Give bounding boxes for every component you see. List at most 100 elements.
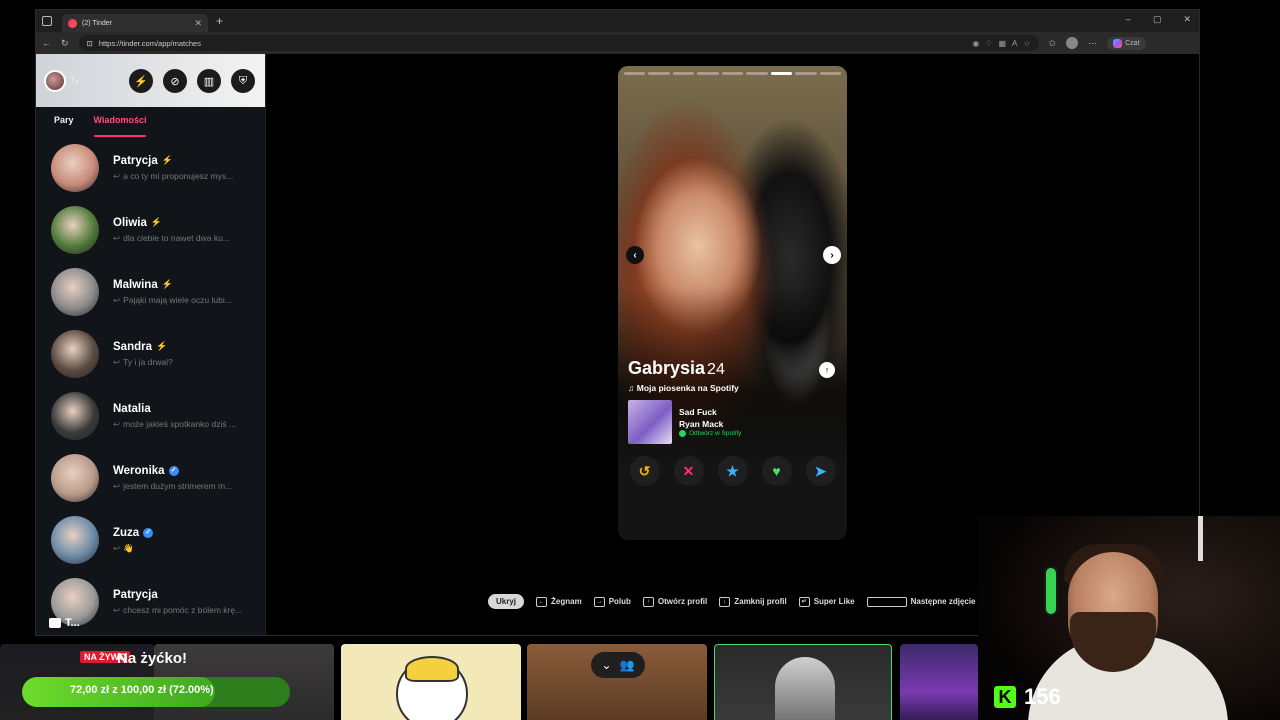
- conversation-name: Patrycja: [113, 154, 158, 167]
- more-menu-icon[interactable]: ⋯: [1088, 38, 1097, 49]
- conversation-preview: 👋: [123, 542, 134, 553]
- hide-shortcuts-button[interactable]: Ukryj: [488, 594, 525, 609]
- profile-avatar-icon[interactable]: [1066, 37, 1079, 49]
- open-profile-icon[interactable]: ↑: [819, 362, 835, 378]
- notification-icon[interactable]: ♢: [985, 39, 992, 48]
- site-info-icon[interactable]: ⊡: [87, 39, 93, 48]
- boost-icon[interactable]: ⚡: [129, 69, 153, 93]
- next-photo-icon[interactable]: ›: [823, 246, 841, 264]
- photo-progress-segment[interactable]: [672, 72, 695, 75]
- conversation-preview: a co ty mi proponujesz mys...: [123, 170, 234, 181]
- photo-progress-segment[interactable]: [746, 72, 768, 75]
- avatar[interactable]: [51, 144, 99, 192]
- briefcase-icon[interactable]: ▥: [197, 69, 221, 93]
- chat-pill[interactable]: T...: [49, 617, 80, 629]
- boost-badge-icon: ⚡: [161, 279, 173, 289]
- profile-card[interactable]: ‹ › Gabrysia 24 ↑ ♫ Moja piosenka na Spot…: [618, 66, 847, 540]
- nope-button[interactable]: ✕: [673, 456, 704, 486]
- conversation-item[interactable]: Oliwia ⚡ ↩ dla ciebie to nawet dwa ku...: [36, 199, 265, 261]
- avatar[interactable]: [51, 454, 99, 502]
- conversation-item[interactable]: Natalia ↩ może jakieś spotkanko dziś ...: [36, 385, 265, 447]
- avatar[interactable]: [51, 330, 99, 378]
- enter-key-icon: ↵: [798, 596, 810, 607]
- location-icon[interactable]: ◉: [972, 39, 979, 48]
- tab-messages[interactable]: Wiadomości: [93, 115, 147, 137]
- verified-badge-icon: ✓: [168, 465, 179, 476]
- photo-progress-segment[interactable]: [770, 72, 793, 75]
- apps-icon[interactable]: ▦: [998, 39, 1006, 48]
- chevron-down-icon: ⌄: [601, 658, 612, 672]
- rewind-button[interactable]: ↺: [629, 456, 660, 486]
- photo-progress-segment[interactable]: [697, 72, 719, 75]
- url-field[interactable]: ⊡ https://tinder.com/app/matches ◉ ♢ ▦ A…: [78, 35, 1039, 51]
- photo-progress-bars: [624, 72, 841, 75]
- spotify-link[interactable]: Odtwórz w Spotify: [679, 430, 741, 437]
- photo-progress-segment[interactable]: [624, 72, 646, 75]
- my-profile-label: Ty: [70, 76, 79, 85]
- shortcut-close-profile: ↓ Zamknij profil: [719, 596, 787, 607]
- group-users-icon: 👥: [619, 658, 635, 672]
- chat-bubble-icon: [49, 618, 61, 628]
- photo-progress-segment[interactable]: [795, 72, 817, 75]
- copilot-icon: [1113, 38, 1123, 48]
- music-note-icon: ♫: [628, 383, 637, 393]
- close-window-button[interactable]: ✕: [1183, 14, 1191, 25]
- conversation-preview: dla ciebie to nawet dwa ku...: [123, 232, 230, 243]
- explore-compass-icon[interactable]: ⊘: [163, 69, 187, 93]
- favorites-icon[interactable]: ✩: [1049, 38, 1057, 49]
- like-button[interactable]: ♥: [761, 456, 792, 486]
- copilot-button[interactable]: Czat: [1107, 36, 1146, 50]
- tab-matches[interactable]: Pary: [54, 115, 74, 137]
- new-tab-button[interactable]: +: [216, 14, 223, 28]
- arrow-down-key-icon: ↓: [719, 596, 731, 607]
- conversation-preview: Ty i ja drwal?: [123, 356, 173, 367]
- photo-progress-segment[interactable]: [721, 72, 744, 75]
- stream-thumbnail: [341, 644, 521, 720]
- donation-goal-text: 72,00 zł z 100,00 zł (72.00%): [70, 684, 214, 696]
- conversation-item[interactable]: Sandra ⚡ ↩ Ty i ja drwal?: [36, 323, 265, 385]
- headset-icon: [1044, 566, 1058, 616]
- conversation-item[interactable]: Patrycja ⚡ ↩ a co ty mi proponujesz mys...: [36, 137, 265, 199]
- stream-frame: (2) Tinder ✕ + – ▢ ✕ ← ↻ ⊡ https://tinde…: [0, 0, 1280, 720]
- conversation-item[interactable]: Malwina ⚡ ↩ Pająki mają wiele oczu lubi...: [36, 261, 265, 323]
- reply-icon: ↩: [113, 170, 121, 181]
- safety-shield-icon[interactable]: ⛨: [231, 69, 255, 93]
- maximize-button[interactable]: ▢: [1153, 14, 1162, 25]
- my-profile-avatar[interactable]: [44, 69, 66, 92]
- favorite-star-icon[interactable]: ☆: [1023, 39, 1030, 48]
- conversation-item[interactable]: Zuza ✓ ↩ 👋: [36, 509, 265, 571]
- photo-progress-segment[interactable]: [648, 72, 670, 75]
- photo-progress-segment[interactable]: [819, 72, 841, 75]
- tab-actions-icon[interactable]: [42, 16, 52, 26]
- back-icon[interactable]: ←: [42, 38, 51, 48]
- song-artist: Ryan Mack: [679, 419, 724, 429]
- shortcut-nope: ← Żegnam: [536, 596, 582, 607]
- avatar[interactable]: [51, 268, 99, 316]
- conversation-name: Malwina: [113, 278, 158, 291]
- viewer-counter: K 156: [994, 684, 1061, 710]
- shortcut-next-photo: Następne zdjęcie: [866, 596, 976, 607]
- reload-icon[interactable]: ↻: [61, 38, 69, 49]
- conversation-preview: może jakieś spotkanko dziś ...: [123, 418, 237, 429]
- avatar[interactable]: [51, 516, 99, 564]
- browser-tab[interactable]: (2) Tinder ✕: [62, 14, 208, 32]
- conversation-name: Weronika: [113, 464, 165, 477]
- conversation-name: Oliwia: [113, 216, 147, 229]
- donation-goal-bar: 72,00 zł z 100,00 zł (72.00%): [22, 677, 290, 707]
- shortcut-like: → Polub: [593, 596, 631, 607]
- conversation-list: Patrycja ⚡ ↩ a co ty mi proponujesz mys... O…: [36, 137, 265, 633]
- avatar[interactable]: [51, 392, 99, 440]
- boost-button[interactable]: ➤: [805, 456, 836, 486]
- chat-pill-label: T...: [65, 617, 80, 629]
- super-like-button[interactable]: ★: [717, 456, 748, 486]
- read-aloud-icon[interactable]: A: [1012, 39, 1017, 48]
- album-cover[interactable]: [628, 400, 672, 444]
- reply-icon: ↩: [113, 356, 121, 367]
- avatar[interactable]: [51, 206, 99, 254]
- close-tab-icon[interactable]: ✕: [194, 18, 202, 29]
- minimize-button[interactable]: –: [1126, 14, 1131, 25]
- conversation-item[interactable]: Weronika ✓ ↩ jestem dużym strimerem m...: [36, 447, 265, 509]
- reply-icon: ↩: [113, 418, 121, 429]
- previous-photo-icon[interactable]: ‹: [626, 246, 644, 264]
- conversation-preview: jestem dużym strimerem m...: [123, 480, 233, 491]
